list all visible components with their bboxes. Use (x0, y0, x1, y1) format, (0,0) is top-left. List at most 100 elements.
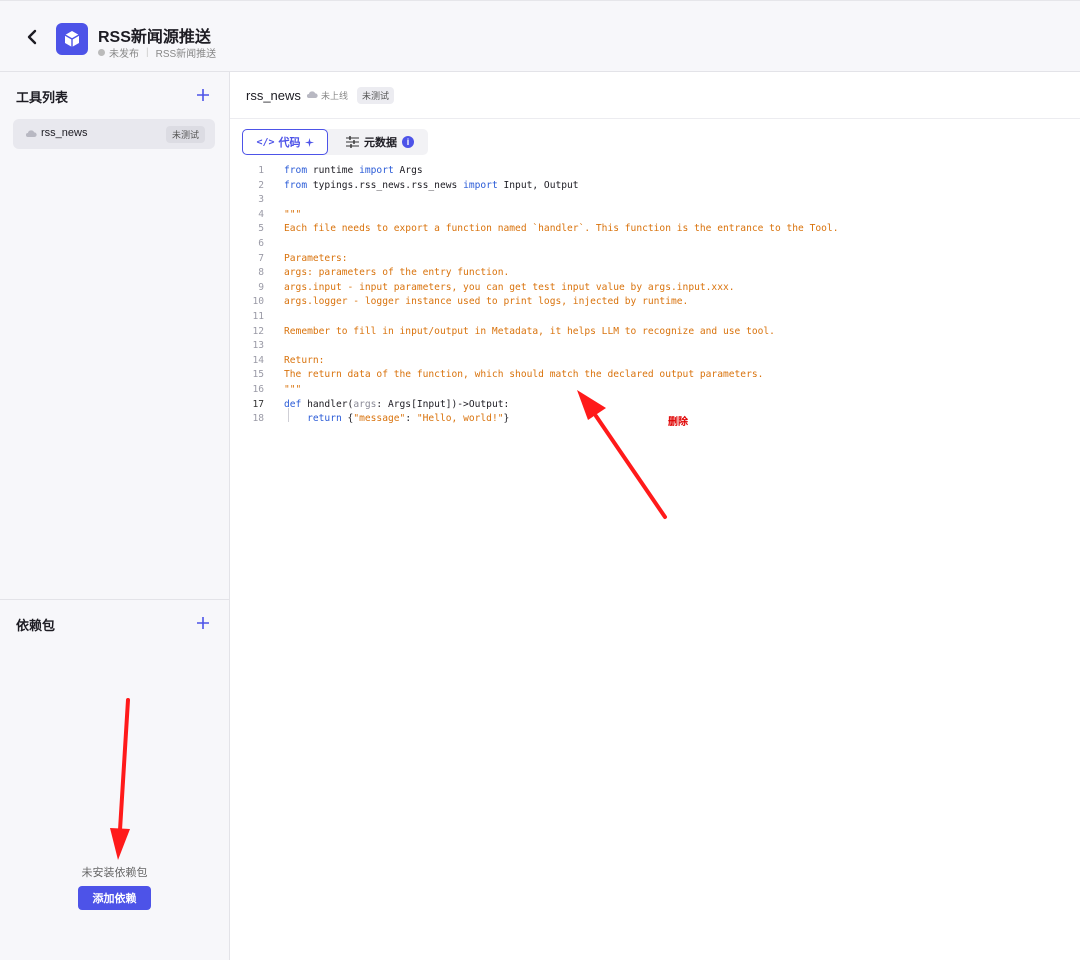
code-line[interactable]: 9 args.input - input parameters, you can … (246, 281, 1076, 296)
code-line[interactable]: 10 args.logger - logger instance used to … (246, 295, 1076, 310)
breadcrumb: RSS新闻推送 (155, 49, 217, 60)
code-line[interactable]: 12 Remember to fill in input/output in Me… (246, 325, 1076, 340)
sidebar: 工具列表 rss_news 未测试 依赖包 未安装依赖包 添加依赖 (0, 72, 230, 960)
tab-code[interactable]: </> 代码 (242, 129, 328, 155)
line-number: 3 (258, 194, 264, 206)
app-title: RSS新闻源推送 (98, 29, 211, 46)
code-line[interactable]: 15 The return data of the function, which… (246, 368, 1076, 383)
line-number: 13 (252, 340, 264, 352)
app-cube-icon (56, 23, 88, 55)
line-number: 17 (252, 398, 264, 410)
status-dot-icon (98, 49, 105, 56)
code-token: The return data of the function, which s… (284, 369, 764, 381)
code-token: args.input - input parameters, you can g… (284, 281, 735, 293)
line-number: 12 (252, 325, 264, 337)
tab-metadata-label: 元数据 (364, 137, 397, 149)
code-line[interactable]: 17 def handler(args: Args[Input])->Output… (246, 398, 1076, 413)
line-number: 7 (258, 252, 264, 264)
code-token: "Hello, world!" (416, 413, 504, 425)
editor-tabs: </> 代码 元数据 i (242, 129, 428, 155)
code-line[interactable]: 8 args: parameters of the entry function. (246, 266, 1076, 281)
sidebar-item-rss-news[interactable]: rss_news 未测试 (13, 119, 215, 149)
add-dependency-plus-button[interactable] (195, 615, 211, 631)
cloud-icon (306, 91, 318, 99)
line-number: 8 (258, 267, 264, 279)
code-token: """ (284, 208, 302, 220)
online-status: 未上线 (321, 91, 349, 101)
line-number: 16 (252, 384, 264, 395)
code-token: args (353, 398, 377, 410)
code-token: Each file needs to export a function nam… (284, 223, 839, 235)
code-line[interactable]: 1 from runtime import Args (246, 164, 1076, 179)
plus-icon (197, 617, 209, 629)
code-line[interactable]: 4 """ (246, 208, 1076, 223)
code-line[interactable]: 11 (246, 310, 1076, 325)
code-token: def (284, 398, 302, 410)
code-line[interactable]: 3 (246, 193, 1076, 208)
code-line[interactable]: 5 Each file needs to export a function na… (246, 222, 1076, 237)
line-number: 1 (258, 165, 264, 176)
tool-name: rss_news (246, 88, 301, 103)
line-number: 18 (252, 413, 264, 425)
code-token: import (359, 165, 394, 176)
line-number: 6 (258, 238, 264, 249)
code-token: Remember to fill in input/output in Meta… (284, 325, 775, 337)
code-token: { (341, 413, 354, 425)
cloud-icon (25, 130, 37, 138)
line-number: 5 (258, 223, 264, 235)
tab-metadata[interactable]: 元数据 i (332, 129, 428, 155)
sliders-icon (346, 136, 359, 148)
add-tool-button[interactable] (195, 87, 211, 103)
code-token: "message" (353, 413, 406, 425)
back-arrow-icon[interactable] (22, 27, 42, 47)
code-editor[interactable]: 1 from runtime import Args 2 from typings.r… (246, 164, 1076, 434)
main-panel: rss_news 未上线 未测试 </> 代码 元数据 i 1 from runt… (230, 72, 1080, 960)
code-token: runtime (307, 165, 360, 176)
code-token: return (307, 413, 342, 425)
code-token: : (405, 413, 417, 425)
app-meta: 未发布 | RSS新闻推送 (98, 45, 216, 60)
code-line[interactable]: 18 return {"message": "Hello, world!"} (246, 412, 1076, 427)
sidebar-item-label: rss_news (41, 127, 88, 139)
deps-empty-text: 未安装依赖包 (81, 867, 148, 879)
line-number: 11 (252, 311, 264, 322)
meta-separator: | (146, 47, 149, 58)
code-token: from (284, 179, 308, 191)
deps-section-title: 依赖包 (16, 618, 56, 633)
section-divider (0, 599, 229, 600)
sparkle-icon (304, 137, 314, 147)
code-line[interactable]: 6 (246, 237, 1076, 252)
code-token: Return: (284, 354, 325, 366)
tool-header: rss_news 未上线 未测试 (230, 72, 1080, 119)
code-token: Parameters: (284, 252, 348, 264)
code-token: args.logger - logger instance used to pr… (284, 296, 689, 308)
code-line[interactable]: 2 from typings.rss_news.rss_news import I… (246, 179, 1076, 194)
code-token: args: parameters of the entry function. (284, 267, 510, 279)
line-number: 10 (252, 296, 264, 308)
line-number: 4 (258, 208, 264, 220)
add-dependency-button[interactable]: 添加依赖 (78, 886, 151, 910)
status-badge: 未测试 (165, 126, 205, 143)
tools-section-title: 工具列表 (16, 90, 69, 105)
line-number: 15 (252, 369, 264, 381)
app-header: RSS新闻源推送 未发布 | RSS新闻推送 (0, 0, 1080, 72)
code-token: from (284, 165, 308, 176)
code-line[interactable]: 7 Parameters: (246, 252, 1076, 267)
info-icon[interactable]: i (402, 136, 414, 148)
code-token: : Args[Input])->Output: (376, 398, 510, 410)
code-token: Input, Output (497, 179, 579, 191)
test-status-badge: 未测试 (357, 87, 395, 104)
code-line[interactable]: 14 Return: (246, 354, 1076, 369)
code-token: handler( (301, 398, 354, 410)
publish-status: 未发布 (109, 49, 139, 60)
code-line[interactable]: 16 """ (246, 383, 1076, 398)
code-line[interactable]: 13 (246, 339, 1076, 354)
line-number: 14 (252, 354, 264, 366)
code-token: } (503, 413, 510, 425)
code-icon: </> (256, 136, 275, 148)
line-number: 2 (258, 179, 264, 191)
code-token: typings.rss_news.rss_news (307, 179, 464, 191)
line-number: 9 (258, 281, 264, 293)
annotation-label-delete: 删除 (668, 417, 688, 428)
code-token: """ (284, 384, 302, 395)
